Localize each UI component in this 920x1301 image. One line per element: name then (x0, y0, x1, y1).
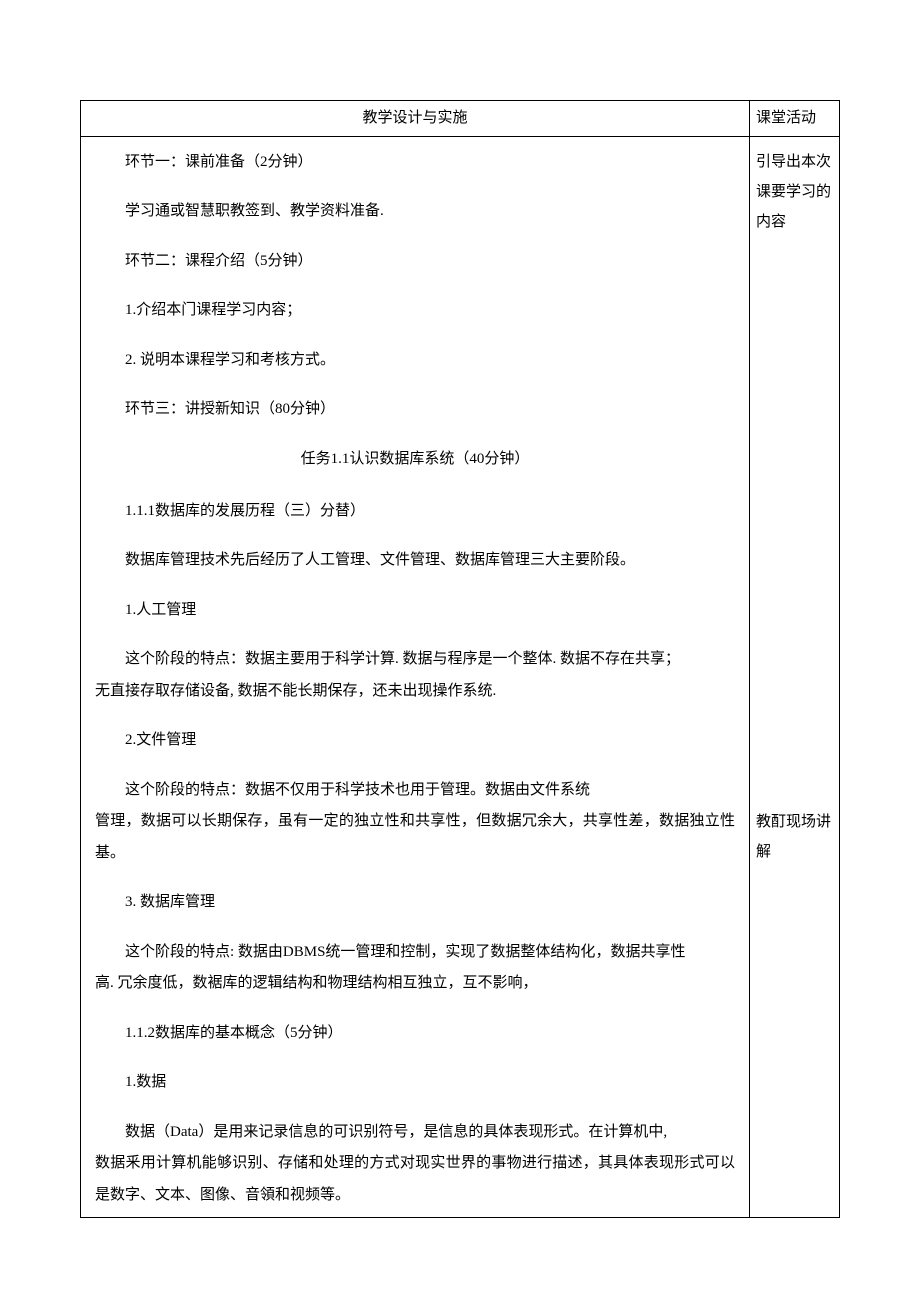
step-2-item-1: 1.介绍本门课程学习内容； (95, 295, 735, 327)
data-desc-line1: 数据（Data）是用来记录信息的可识别符号，是信息的具体表现形式。在计算机中, (95, 1117, 735, 1149)
side-note-1: 引导出本次课要学习的内容 (756, 147, 833, 237)
db-desc-line2: 高. 冗余度低，数裾库的逻辑结构和物理结构相互独立，互不影响， (95, 968, 735, 1000)
file-desc-line1: 这个阶段的特点：数据不仅用于科学技术也用于管理。数据由文件系统 (95, 775, 735, 807)
manual-desc-line1: 这个阶段的特点：数据主要用于科学计算. 数据与程序是一个整体. 数据不存在共享； (95, 644, 735, 676)
header-activity-cell: 课堂活动 (750, 101, 840, 137)
side-note-2: 教酊现场讲解 (756, 807, 833, 867)
item-data: 1.数据 (95, 1067, 735, 1099)
item-db-mgmt: 3. 数据库管理 (95, 887, 735, 919)
section-1-1-1-intro: 数据库管理技术先后经历了人工管理、文件管理、数据库管理三大主要阶段。 (95, 545, 735, 577)
step-1-title: 环节一：课前准备（2分钟） (95, 147, 735, 179)
file-desc-line2: 管理，数据可以长期保存，虽有一定的独立性和共享性，但数据冗余大，共享性差，数据独… (95, 806, 735, 869)
step-3-title: 环节三：讲授新知识（80分钟） (95, 394, 735, 426)
header-design-cell: 教学设计与实施 (81, 101, 750, 137)
item-manual-mgmt: 1.人工管理 (95, 595, 735, 627)
side-spacer (756, 247, 833, 807)
data-desc-line2: 数据釆用计算机能够识别、存储和处理的方式对现实世界的事物进行描述，其具体表现形式… (95, 1148, 735, 1211)
content-main-cell: 环节一：课前准备（2分钟） 学习通或智慧职教签到、教学资料准备. 环节二：课程介… (81, 136, 750, 1218)
step-1-desc: 学习通或智慧职教签到、教学资料准备. (95, 196, 735, 228)
manual-desc-line2: 无直接存取存储设备, 数据不能长期保存，还未出现操作系统. (95, 676, 735, 708)
item-file-mgmt: 2.文件管理 (95, 725, 735, 757)
step-2-item-2: 2. 说明本课程学习和考核方式。 (95, 345, 735, 377)
lesson-table: 教学设计与实施 课堂活动 环节一：课前准备（2分钟） 学习通或智慧职教签到、教学… (80, 100, 840, 1218)
content-side-cell: 引导出本次课要学习的内容 教酊现场讲解 (750, 136, 840, 1218)
step-2-title: 环节二：课程介绍（5分钟） (95, 246, 735, 278)
db-desc-line1: 这个阶段的特点: 数据由DBMS统一管理和控制，实现了数据整体结构化，数据共享性 (95, 937, 735, 969)
header-design-label: 教学设计与实施 (362, 110, 467, 126)
page: 教学设计与实施 课堂活动 环节一：课前准备（2分钟） 学习通或智慧职教签到、教学… (0, 0, 920, 1301)
header-activity-label: 课堂活动 (756, 110, 816, 126)
section-1-1-1-title: 1.1.1数据库的发展历程（三）分替） (95, 496, 735, 528)
section-1-1-2-title: 1.1.2数据库的基本概念（5分钟） (95, 1018, 735, 1050)
task-1-1-title: 任务1.1认识数据库系统（40分钟） (95, 444, 735, 474)
